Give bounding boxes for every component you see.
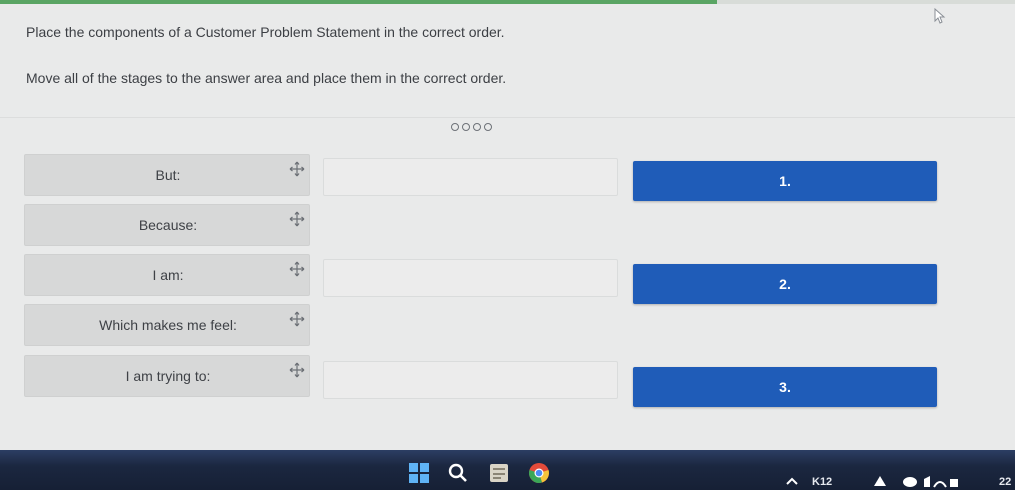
drop-zone[interactable] xyxy=(323,158,618,196)
answer-slot-3[interactable]: 3. xyxy=(633,367,937,407)
move-icon[interactable] xyxy=(289,161,305,177)
drag-item-label: Because: xyxy=(138,217,198,233)
drag-item-label: I am: xyxy=(152,267,184,283)
divider xyxy=(0,117,1015,118)
move-icon[interactable] xyxy=(289,311,305,327)
move-icon[interactable] xyxy=(289,261,305,277)
page-dot[interactable] xyxy=(451,123,459,131)
answer-slot-number: 2. xyxy=(779,276,791,292)
drag-item-i-am[interactable]: I am: xyxy=(24,254,310,296)
progress-bar-fill xyxy=(0,0,717,4)
app-icon[interactable] xyxy=(488,462,510,484)
question-text: Place the components of a Customer Probl… xyxy=(26,24,505,40)
move-icon[interactable] xyxy=(289,211,305,227)
clock-text: 22 xyxy=(999,476,1012,488)
move-icon[interactable] xyxy=(289,362,305,378)
search-icon[interactable] xyxy=(447,462,469,484)
answer-slot-2[interactable]: 2. xyxy=(633,264,937,304)
chrome-icon[interactable] xyxy=(528,462,550,484)
page-dot[interactable] xyxy=(473,123,481,131)
chevron-up-icon[interactable] xyxy=(786,476,798,486)
pagination-dots xyxy=(451,123,492,131)
windows-start-icon[interactable] xyxy=(408,462,430,484)
system-tray-icons[interactable] xyxy=(900,475,960,489)
instruction-text: Move all of the stages to the answer are… xyxy=(26,70,507,86)
mouse-cursor-icon xyxy=(934,8,946,24)
drag-item-label: Which makes me feel: xyxy=(99,317,237,333)
answer-slot-number: 1. xyxy=(779,173,791,189)
answer-slot-number: 3. xyxy=(779,379,791,395)
progress-bar xyxy=(0,0,1015,4)
page-dot[interactable] xyxy=(484,123,492,131)
drag-item-because[interactable]: Because: xyxy=(24,204,310,246)
page-dot[interactable] xyxy=(462,123,470,131)
answer-slot-1[interactable]: 1. xyxy=(633,161,937,201)
drag-item-label: But: xyxy=(155,167,181,183)
drag-item-but[interactable]: But: xyxy=(24,154,310,196)
tray-label[interactable]: K12 xyxy=(812,476,832,488)
drag-item-label: I am trying to: xyxy=(125,368,211,384)
drag-item-which-makes-me-feel[interactable]: Which makes me feel: xyxy=(24,304,310,346)
drop-zone[interactable] xyxy=(323,361,618,399)
tray-app-icon[interactable] xyxy=(872,474,888,488)
drop-zone[interactable] xyxy=(323,259,618,297)
drag-item-i-am-trying-to[interactable]: I am trying to: xyxy=(24,355,310,397)
